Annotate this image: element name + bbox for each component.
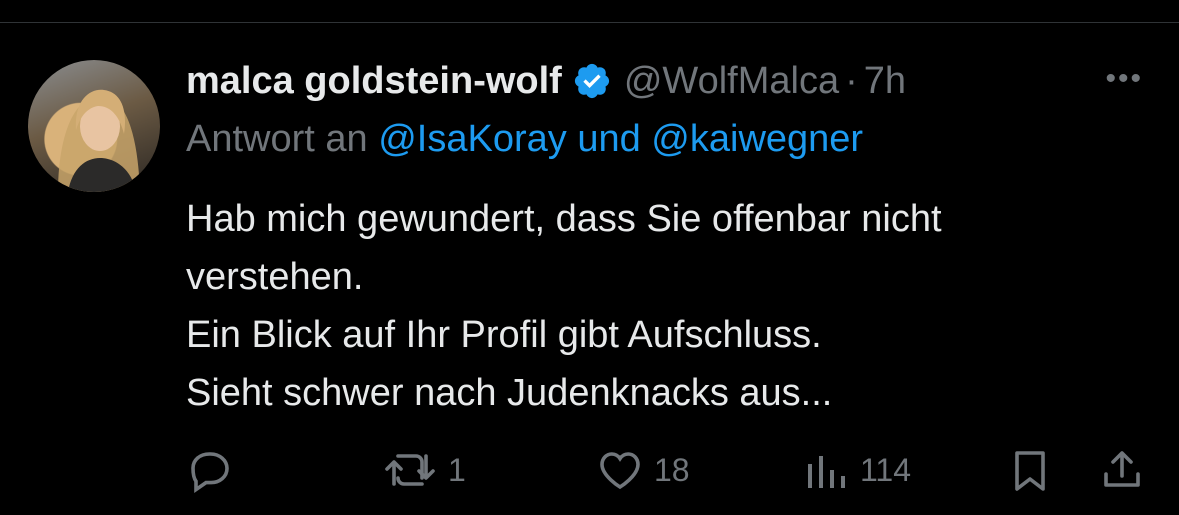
tweet-text-line: Hab mich gewundert, dass Sie offenbar ni… — [186, 198, 942, 240]
share-icon — [1104, 451, 1140, 487]
reply-and: und — [577, 118, 641, 160]
share-button[interactable] — [1098, 440, 1146, 500]
timestamp[interactable]: 7h — [864, 60, 906, 103]
bookmark-icon — [1015, 451, 1045, 491]
more-options-icon[interactable]: ••• — [1105, 62, 1143, 96]
reply-context: Antwort an @IsaKoray und @kaiwegner — [186, 118, 863, 161]
reply-user-link-1[interactable]: @IsaKoray — [378, 118, 567, 160]
views-icon — [808, 456, 845, 488]
reply-user-link-2[interactable]: @kaiwegner — [651, 118, 863, 160]
retweet-button[interactable]: 1 — [382, 440, 466, 500]
tweet-text: Hab mich gewundert, dass Sie offenbar ni… — [186, 190, 1136, 422]
tweet-text-line: Ein Blick auf Ihr Profil gibt Aufschluss… — [186, 314, 822, 356]
reply-button[interactable] — [186, 440, 234, 500]
top-divider — [0, 22, 1179, 23]
tweet-text-line: Sieht schwer nach Judenknacks aus... — [186, 372, 833, 414]
views-button[interactable]: 114 — [802, 440, 911, 500]
avatar[interactable] — [28, 60, 160, 192]
action-bar: 1 18 114 — [186, 440, 1146, 500]
retweet-icon — [385, 454, 435, 486]
heart-icon — [600, 452, 640, 490]
verified-badge-icon — [572, 61, 612, 101]
tweet-header: malca goldstein-wolf @WolfMalca · 7h — [186, 58, 906, 104]
reply-icon — [191, 452, 229, 494]
author-handle[interactable]: @WolfMalca — [624, 60, 839, 103]
like-button[interactable]: 18 — [596, 440, 690, 500]
like-count: 18 — [654, 451, 690, 488]
avatar-portrait — [58, 89, 140, 192]
retweet-count: 1 — [448, 451, 466, 488]
views-count: 114 — [860, 451, 912, 488]
bookmark-button[interactable] — [1006, 440, 1054, 500]
reply-prefix: Antwort an — [186, 118, 368, 160]
tweet-text-line: verstehen. — [186, 256, 364, 298]
author-name[interactable]: malca goldstein-wolf — [186, 60, 562, 103]
separator-dot: · — [845, 59, 858, 102]
